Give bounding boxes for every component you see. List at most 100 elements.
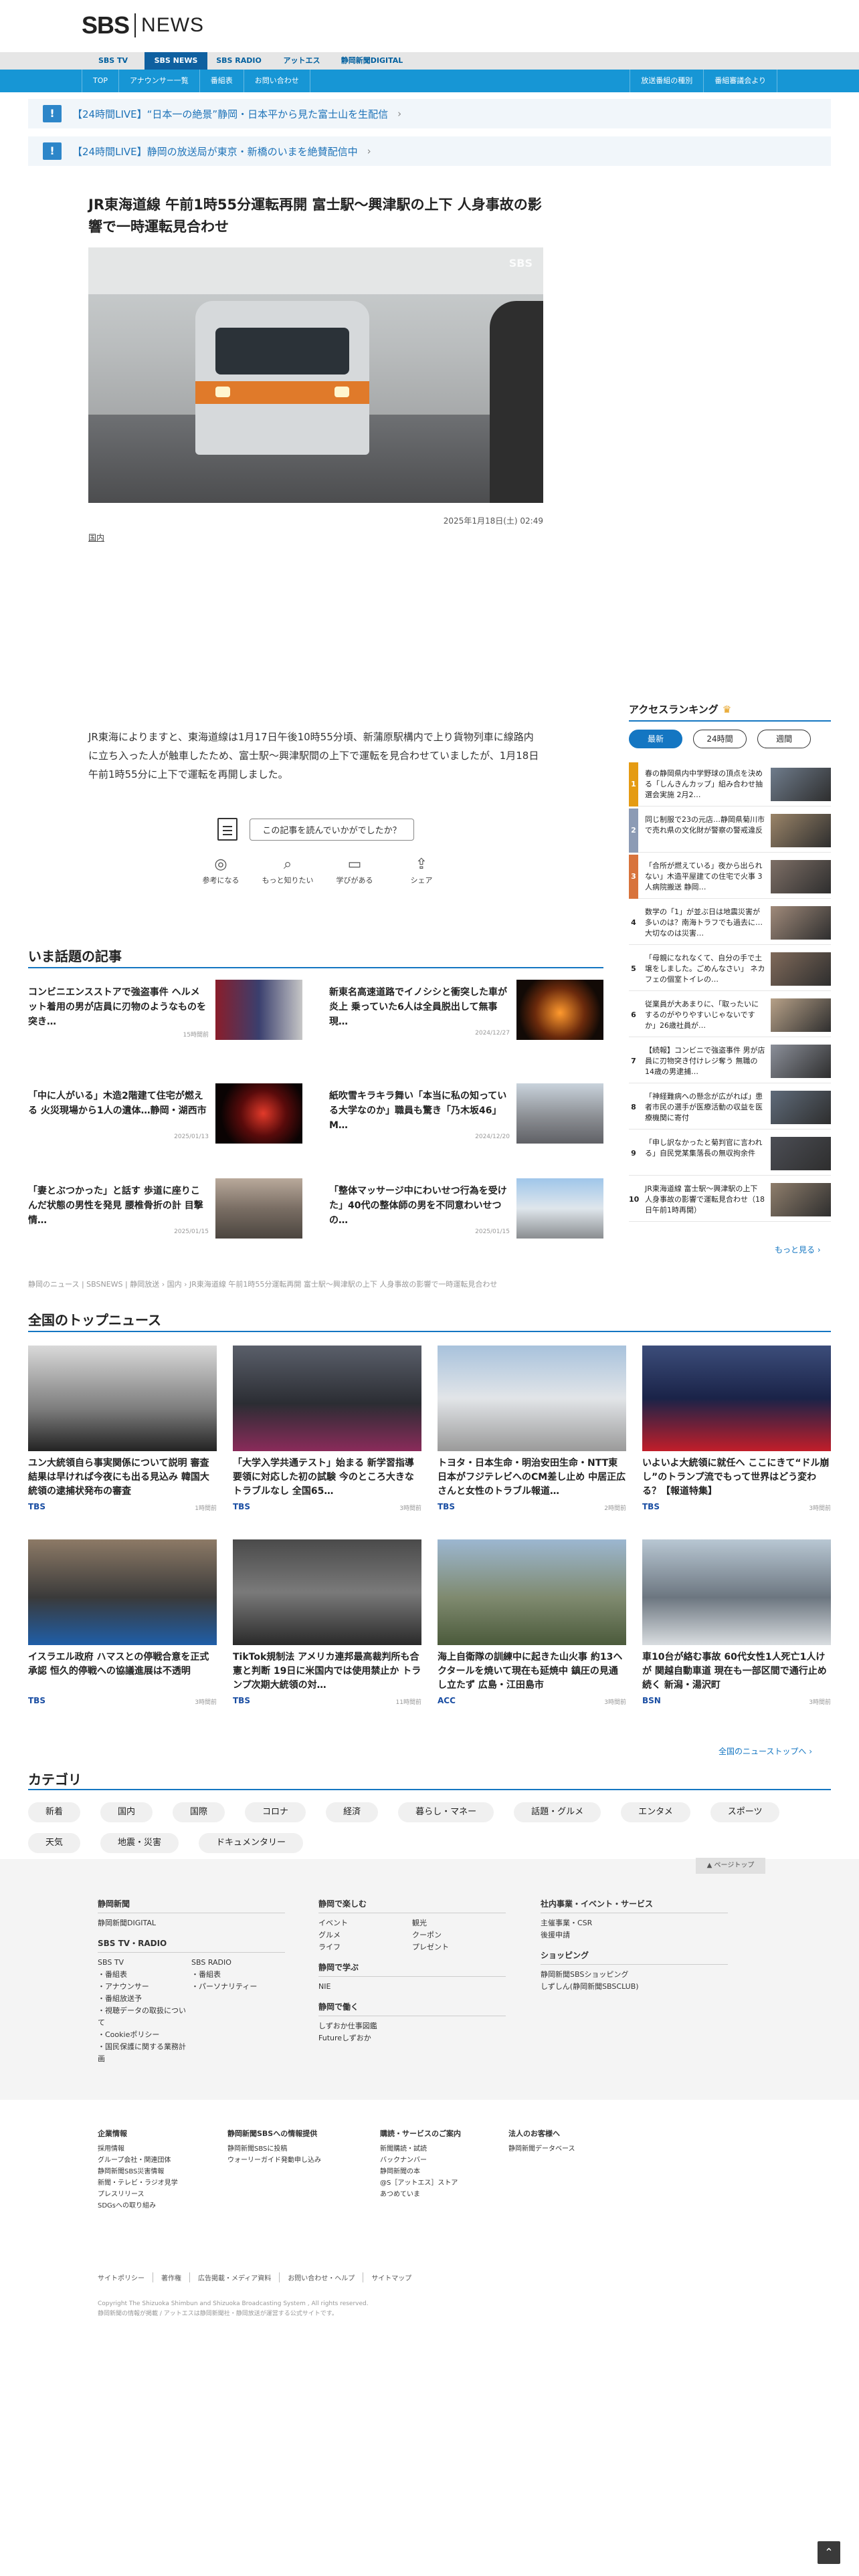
footer-link[interactable]: プレゼント	[412, 1941, 449, 1953]
footer-link[interactable]: しずしん(静岡新聞SBSCLUB)	[541, 1982, 639, 1991]
footer-link[interactable]: SDGsへの取り組み	[98, 2200, 218, 2212]
national-news-item[interactable]: いよいよ大統領に就任へ ここにきて“ドル崩し”のトランプ流でもって世界はどう変わ…	[642, 1346, 831, 1512]
category-button[interactable]: 国内	[100, 1802, 153, 1822]
national-news-item[interactable]: TikTok規制法 アメリカ連邦最高裁判所も合憲と判断 19日に米国内では使用禁…	[233, 1539, 421, 1706]
national-news-item[interactable]: トヨタ・日本生命・明治安田生命・NTT東日本がフジテレビへのCM差し止め 中居正…	[438, 1346, 626, 1512]
footer-link[interactable]: バックナンバー	[380, 2155, 500, 2166]
category-button[interactable]: スポーツ	[710, 1802, 780, 1822]
national-news-item[interactable]: 海上自衛隊の訓練中に起きた山火事 約13ヘクタールを焼いて現在も延焼中 鎮圧の見…	[438, 1539, 626, 1706]
ranking-item[interactable]: 10 JR東海道線 富士駅～興津駅の上下 人身事故の影響で運転見合わせ（18日午前…	[629, 1178, 831, 1222]
ranking-item[interactable]: 3 「合所が燃えている」夜から出られない」木造平屋建ての住宅で火事 3人病院搬送 …	[629, 855, 831, 899]
trending-item[interactable]: 「整体マッサージ中にわいせつ行為を受けた」40代の整体師の男を不同意わいせつの……	[329, 1178, 603, 1239]
page-top-button[interactable]: ▲ ページトップ	[696, 1858, 765, 1874]
footer-link[interactable]: ・Cookieポリシー	[98, 2029, 191, 2041]
ranking-item[interactable]: 5 「母親になれなくて、自分の手で土壌をしました。ごめんなさい」 ネカフェの個室ト…	[629, 947, 831, 991]
nav-sbs-radio[interactable]: SBS RADIO	[207, 52, 270, 70]
nav-sbs-tv[interactable]: SBS TV	[82, 52, 145, 70]
trending-item[interactable]: 「中に人がいる」木造2階建て住宅が燃える 火災現場から1人の遺体…静岡・湖西市 …	[28, 1083, 302, 1144]
trending-item[interactable]: コンビニエンスストアで強盗事件 ヘルメット着用の男が店員に刃物のようなものを突き…	[28, 980, 302, 1040]
footer-link[interactable]: 静岡新聞SBS災害情報	[98, 2166, 218, 2177]
trending-item[interactable]: 新東名高速道路でイノシシと衝突した車が炎上 乗っていた6人は全員脱出して無事 現…	[329, 980, 603, 1040]
footer-link-sitemap[interactable]: サイトマップ	[363, 2272, 419, 2282]
ranking-tab-latest[interactable]: 最新	[629, 730, 682, 748]
subnav-schedule[interactable]: 番組表	[200, 70, 244, 92]
scroll-top-button[interactable]: ⌃	[818, 2541, 840, 2564]
footer-link-ads[interactable]: 広告掲載・メディア資料	[190, 2272, 280, 2282]
subnav-program-types[interactable]: 放送番組の種別	[630, 70, 704, 92]
share-button[interactable]: ⇪ シェア	[388, 855, 455, 885]
category-button[interactable]: 地震・災害	[100, 1833, 179, 1853]
footer-link-help[interactable]: お問い合わせ・ヘルプ	[280, 2272, 364, 2282]
ranking-item[interactable]: 9 「申し訳なかったと菊判官に言われる」自民党某集落長の無収拘余件	[629, 1132, 831, 1176]
ranking-item[interactable]: 8 「神経難病への懸念が広がれば」患者市民の選手が医療活動の収益を医療機関に寄付	[629, 1085, 831, 1130]
footer-link[interactable]: SBS RADIO	[191, 1957, 257, 1969]
footer-link[interactable]: SBS TV	[98, 1957, 191, 1969]
footer-link[interactable]: @S［アットエス］ストア	[380, 2177, 500, 2189]
reaction-learned[interactable]: ▭ 学びがある	[321, 855, 388, 885]
footer-link[interactable]: 静岡新聞の本	[380, 2166, 500, 2177]
subnav-council[interactable]: 番組審議会より	[704, 70, 777, 92]
footer-link[interactable]: ・番組表	[98, 1969, 191, 1981]
footer-link[interactable]: ・番組放送予	[98, 1993, 191, 2005]
footer-link[interactable]: あつめていま	[380, 2189, 500, 2200]
footer-link[interactable]: ・アナウンサー	[98, 1981, 191, 1993]
reaction-know-more[interactable]: ⌕ もっと知りたい	[254, 855, 321, 885]
footer-link[interactable]: しずおか仕事図鑑	[318, 2022, 377, 2030]
footer-link[interactable]: 新聞購読・試読	[380, 2143, 500, 2155]
category-button[interactable]: 話題・グルメ	[514, 1802, 601, 1822]
national-news-item[interactable]: イスラエル政府 ハマスとの停戦合意を正式承認 恒久的停戦への協議進展は不透明 TB…	[28, 1539, 217, 1706]
subnav-contact[interactable]: お問い合わせ	[244, 70, 310, 92]
footer-link[interactable]: NIE	[318, 1982, 330, 1991]
footer-link[interactable]: 静岡新聞データベース	[508, 2143, 629, 2155]
footer-link[interactable]: 観光	[412, 1917, 449, 1929]
live-alert-2[interactable]: ! 【24時間LIVE】静岡の放送局が東京・新橋のいまを絶賛配信中 ›	[28, 136, 831, 166]
category-button[interactable]: 新着	[28, 1802, 81, 1822]
footer-link[interactable]: グループ会社・関連団体	[98, 2155, 218, 2166]
footer-link[interactable]: クーポン	[412, 1929, 449, 1941]
ranking-item[interactable]: 7 【続報】コンビニで強盗事件 男が店員に刃物突き付けレジ奪う 無職の14歳の男逮…	[629, 1039, 831, 1083]
nav-shizuoka-digital[interactable]: 静岡新聞DIGITAL	[333, 52, 411, 70]
footer-link[interactable]: ・国民保護に関する業務計画	[98, 2041, 191, 2065]
footer-link[interactable]: グルメ	[318, 1929, 412, 1941]
national-news-item[interactable]: ユン大統領自ら事実関係について説明 審査結果は早ければ今夜にも出る見込み 韓国大…	[28, 1346, 217, 1512]
category-button[interactable]: 天気	[28, 1833, 81, 1853]
live-alert-1[interactable]: ! 【24時間LIVE】“日本一の絶景”静岡・日本平から見た富士山を生配信 ›	[28, 99, 831, 128]
ranking-item[interactable]: 4 数学の「1」が並ぶ日は地震災害が多いのは？南海トラフでも過去に…大切なのは災害…	[629, 901, 831, 945]
subnav-announcers[interactable]: アナウンサー一覧	[119, 70, 200, 92]
ranking-item[interactable]: 6 従業員が大あまりに、「取ったいにするのがやりやすいじゃないですか」26歳社員が…	[629, 993, 831, 1037]
category-button[interactable]: 暮らし・マネー	[398, 1802, 494, 1822]
footer-link[interactable]: 新聞・テレビ・ラジオ見学	[98, 2177, 218, 2189]
nav-sbs-news[interactable]: SBS NEWS	[145, 52, 207, 70]
reaction-helpful[interactable]: ◎ 参考になる	[187, 855, 254, 885]
national-news-item[interactable]: 「大学入学共通テスト」始まる 新学習指導要領に対応した初の試験 今のところ大きな…	[233, 1346, 421, 1512]
ranking-tab-weekly[interactable]: 週間	[757, 730, 811, 748]
footer-link[interactable]: 静岡新聞SBSショッピング	[541, 1970, 628, 1979]
category-button[interactable]: 国際	[173, 1802, 225, 1822]
trending-item[interactable]: 紙吹雪キラキラ舞い「本当に私の知っている大学なのか」職員も驚き「乃木坂46」M……	[329, 1083, 603, 1144]
footer-link[interactable]: ・パーソナリティー	[191, 1981, 257, 1993]
breadcrumb[interactable]: 静岡のニュース | SBSNEWS | 静岡放送 › 国内 › JR東海道線 午…	[28, 1279, 497, 1289]
footer-link[interactable]: 主催事業・CSR	[541, 1919, 592, 1927]
footer-link-copyright[interactable]: 著作権	[153, 2272, 190, 2282]
national-news-item[interactable]: 車10台が絡む事故 60代女性1人死亡1人けが 関越自動車道 現在も一部区間で通…	[642, 1539, 831, 1706]
ranking-item[interactable]: 1 春の静岡県内中学野球の頂点を決める「しんきんカップ」組み合わせ抽選会実施 2月…	[629, 762, 831, 807]
ranking-more-link[interactable]: もっと見る ›	[775, 1244, 821, 1255]
category-button[interactable]: ドキュメンタリー	[199, 1833, 304, 1853]
footer-link[interactable]: 採用情報	[98, 2143, 218, 2155]
trending-item[interactable]: 「妻とぶつかった」と話す 歩道に座りこんだ状態の男性を発見 腰椎骨折の計 目撃情…	[28, 1178, 302, 1239]
nav-at-s[interactable]: アットエス	[270, 52, 333, 70]
category-button[interactable]: 経済	[326, 1802, 379, 1822]
footer-link[interactable]: 静岡新聞SBSに投稿	[227, 2143, 361, 2155]
footer-link[interactable]: ・番組表	[191, 1969, 257, 1981]
ranking-tab-24h[interactable]: 24時間	[693, 730, 747, 748]
footer-link[interactable]: イベント	[318, 1917, 412, 1929]
footer-link[interactable]: ・視聴データの取扱について	[98, 2005, 191, 2029]
footer-link[interactable]: ライフ	[318, 1941, 412, 1953]
national-more-link[interactable]: 全国のニューストップへ ›	[719, 1745, 812, 1757]
ranking-item[interactable]: 2 同じ制服で23の元店…静岡県菊川市で売れ県の文化財が警察の警戒違反	[629, 809, 831, 853]
category-button[interactable]: コロナ	[245, 1802, 306, 1822]
subnav-top[interactable]: TOP	[82, 70, 120, 92]
category-button[interactable]: エンタメ	[621, 1802, 690, 1822]
footer-link[interactable]: Futureしずおか	[318, 2034, 371, 2042]
footer-link[interactable]: 後援申請	[541, 1931, 570, 1939]
